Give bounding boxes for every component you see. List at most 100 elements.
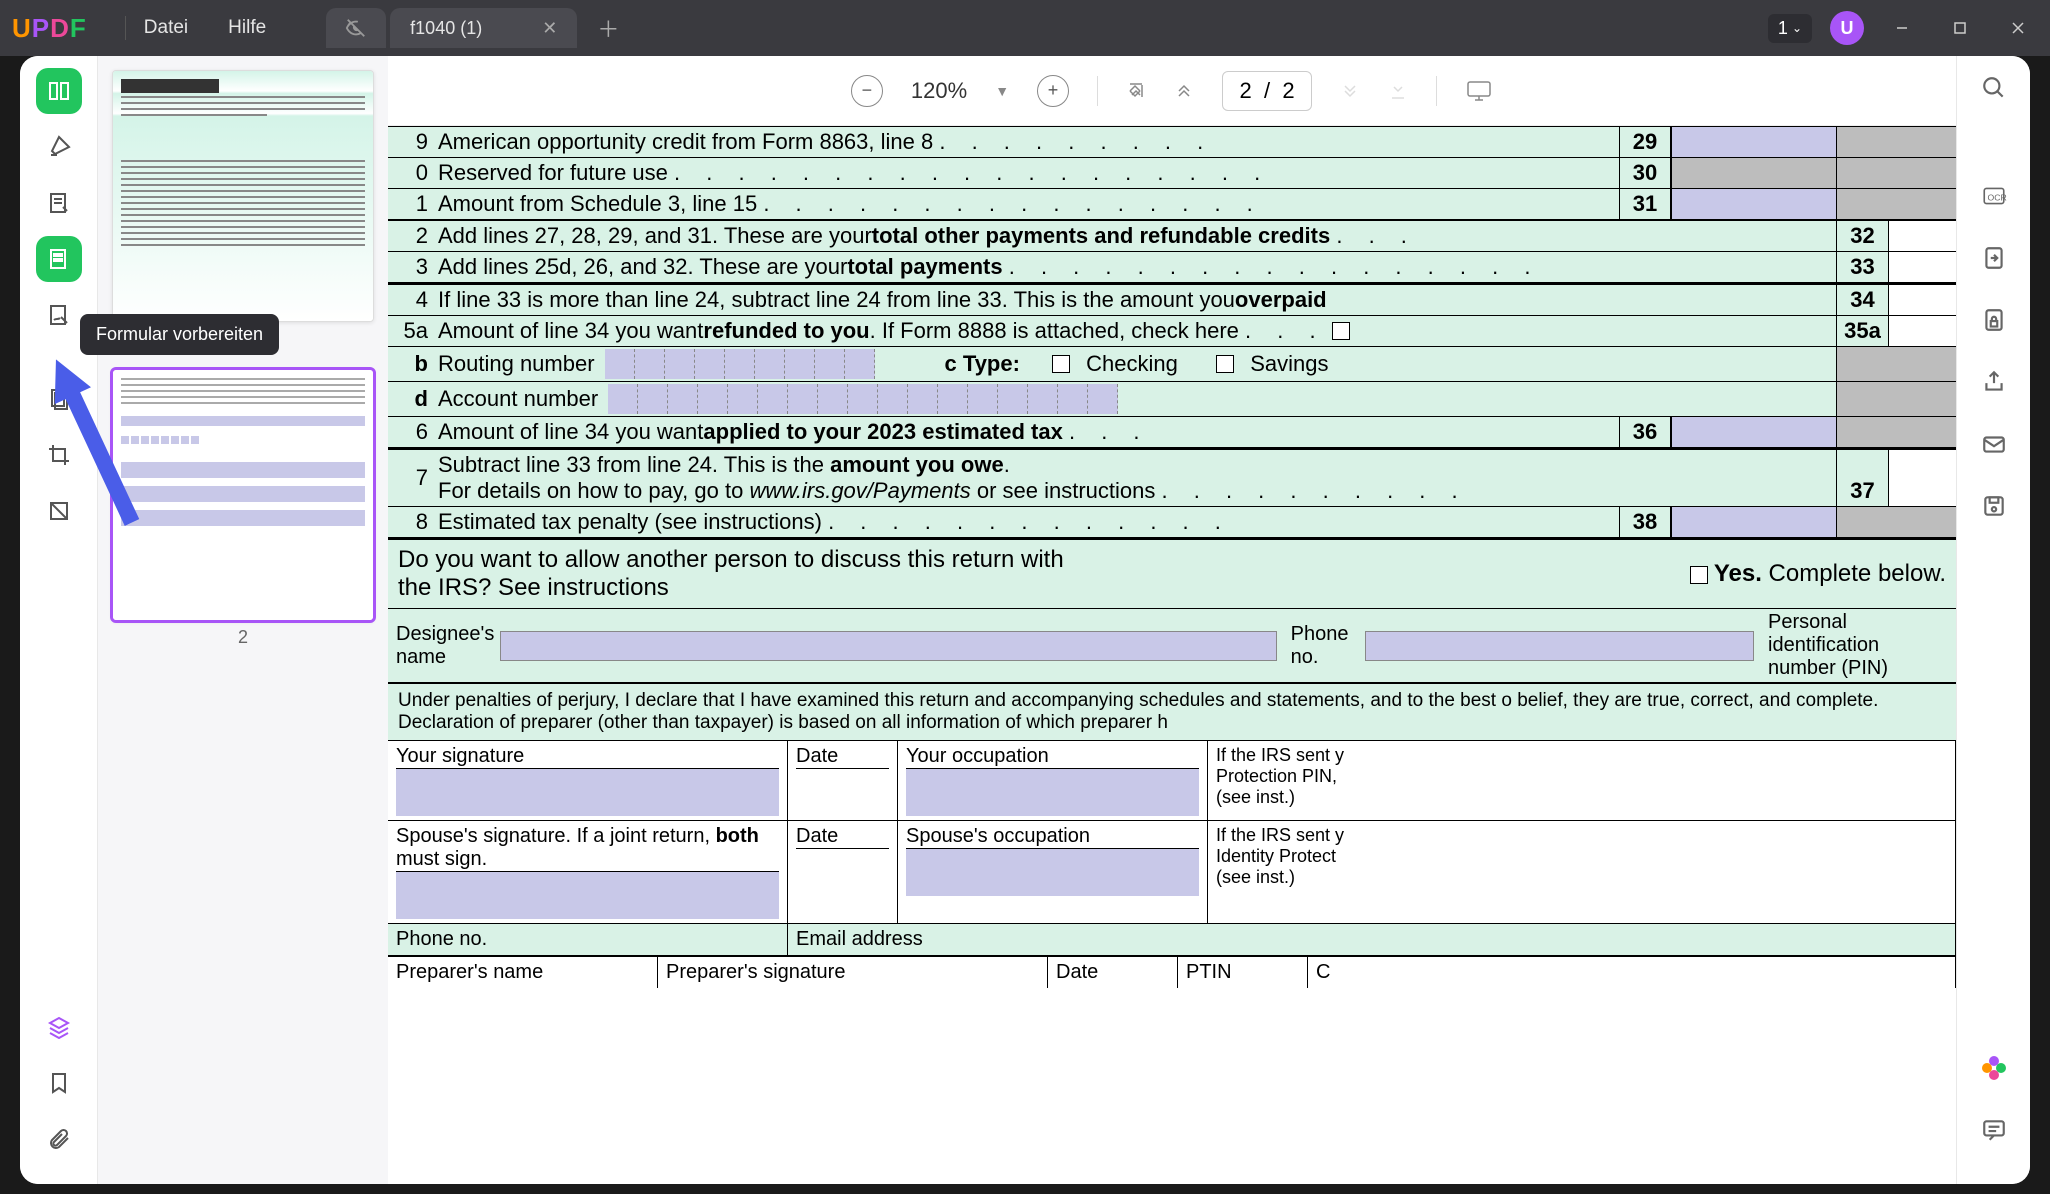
ai-button[interactable] [1976,1050,2012,1086]
share-icon [1981,369,2007,395]
close-tab-icon[interactable]: ✕ [542,18,557,39]
window-count-badge[interactable]: 1 ⌄ [1768,14,1812,43]
comments-button[interactable] [1976,1112,2012,1148]
bookmark-button[interactable] [38,1062,80,1104]
search-icon [1981,75,2007,101]
document-view[interactable]: 9American opportunity credit from Form 8… [388,126,1956,1184]
field-32[interactable] [1888,221,1956,251]
edit-page-icon [47,191,71,215]
user-avatar[interactable]: U [1830,11,1864,45]
highlight-button[interactable] [38,126,80,168]
comment-icon [1981,1117,2007,1143]
zoom-out-button[interactable]: − [851,75,883,107]
zoom-level: 120% [911,78,967,104]
field-33[interactable] [1888,252,1956,282]
add-tab-button[interactable]: ＋ [597,12,619,44]
signature-row: Your signature Date Your occupation If t… [388,740,1956,820]
prev-page-button[interactable] [1174,81,1194,101]
sign-page-icon [47,303,71,327]
minimize-button[interactable] [1882,13,1922,43]
field-37[interactable] [1888,450,1956,506]
redact-icon [47,499,71,523]
designee-phone-field[interactable] [1365,631,1754,661]
field-38[interactable] [1671,507,1836,537]
field-30 [1671,158,1836,188]
field-34[interactable] [1888,285,1956,315]
workspace: Formular vorbereiten [20,56,2030,1184]
prepare-form-button[interactable] [38,238,80,280]
checkbox-savings[interactable] [1216,355,1234,373]
eye-off-icon [345,17,367,39]
field-35a[interactable] [1888,316,1956,346]
share-button[interactable] [1976,364,2012,400]
thumbnail-page-2[interactable] [112,369,374,621]
menu-file[interactable]: Datei [144,17,188,39]
spouse-signature-field[interactable] [396,871,779,919]
convert-icon [1981,245,2007,271]
checkbox-yes[interactable] [1690,566,1708,584]
fill-sign-button[interactable] [38,294,80,336]
crop-button[interactable] [38,434,80,476]
bookmark-icon [47,1071,71,1095]
presentation-icon [1465,79,1493,103]
checkbox-8888[interactable] [1332,322,1350,340]
titlebar: UPDF Datei Hilfe f1040 (1) ✕ ＋ 1 ⌄ U [0,0,2050,56]
ocr-icon: OCR [1981,183,2007,209]
form-icon [47,247,71,271]
ghost-tab[interactable] [326,8,386,48]
titlebar-right: 1 ⌄ U [1768,11,2038,45]
redact-button[interactable] [38,490,80,532]
tooltip: Formular vorbereiten [80,314,279,355]
zoom-dropdown[interactable]: ▼ [995,83,1009,99]
close-window-button[interactable] [1998,13,2038,43]
toolbar: − 120% ▼ + [388,56,1956,126]
pdf-page: 9American opportunity credit from Form 8… [388,126,1956,988]
designee-name-field[interactable] [500,631,1277,661]
svg-text:OCR: OCR [1987,192,2006,202]
layers-button[interactable] [38,1006,80,1048]
menu-help[interactable]: Hilfe [228,17,266,39]
thumbnail-page-1[interactable] [112,70,374,322]
attachment-button[interactable] [38,1118,80,1160]
edit-text-button[interactable] [38,182,80,224]
reader-mode-button[interactable] [38,70,80,112]
first-page-button[interactable] [1126,81,1146,101]
convert-button[interactable] [1976,240,2012,276]
next-page-button[interactable] [1340,81,1360,101]
search-button[interactable] [1976,70,2012,106]
thumbnail-panel: 1 2 [98,56,388,1184]
mail-icon [1981,431,2007,457]
sig-date-field[interactable] [796,768,889,816]
account-number-field[interactable] [608,384,1118,414]
protect-button[interactable] [1976,302,2012,338]
ocr-button[interactable]: OCR [1976,178,2012,214]
spouse-occupation-field[interactable] [906,848,1199,896]
presentation-button[interactable] [1465,79,1493,103]
field-31[interactable] [1671,189,1836,219]
last-page-button[interactable] [1388,81,1408,101]
occupation-field[interactable] [906,768,1199,816]
organize-pages-button[interactable] [38,378,80,420]
ai-flower-icon [1979,1053,2009,1083]
field-29[interactable] [1671,127,1836,157]
lock-page-icon [1981,307,2007,333]
thumbnail-page-2-label: 2 [112,627,374,648]
file-tab[interactable]: f1040 (1) ✕ [390,8,577,48]
left-rail: Formular vorbereiten [20,56,98,1184]
email-button[interactable] [1976,426,2012,462]
save-button[interactable] [1976,488,2012,524]
page-input[interactable] [1222,71,1312,111]
zoom-in-button[interactable]: + [1037,75,1069,107]
maximize-button[interactable] [1940,13,1980,43]
your-signature-field[interactable] [396,768,779,816]
checkbox-checking[interactable] [1052,355,1070,373]
spouse-signature-row: Spouse's signature. If a joint return, b… [388,820,1956,923]
pages-icon [47,387,71,411]
routing-number-field[interactable] [605,349,875,379]
layers-icon [47,1015,71,1039]
spouse-date-field[interactable] [796,848,889,896]
tab-area: f1040 (1) ✕ ＋ [326,8,619,48]
field-36[interactable] [1671,417,1836,447]
file-tab-name: f1040 (1) [410,18,482,39]
right-rail: OCR [1956,56,2030,1184]
